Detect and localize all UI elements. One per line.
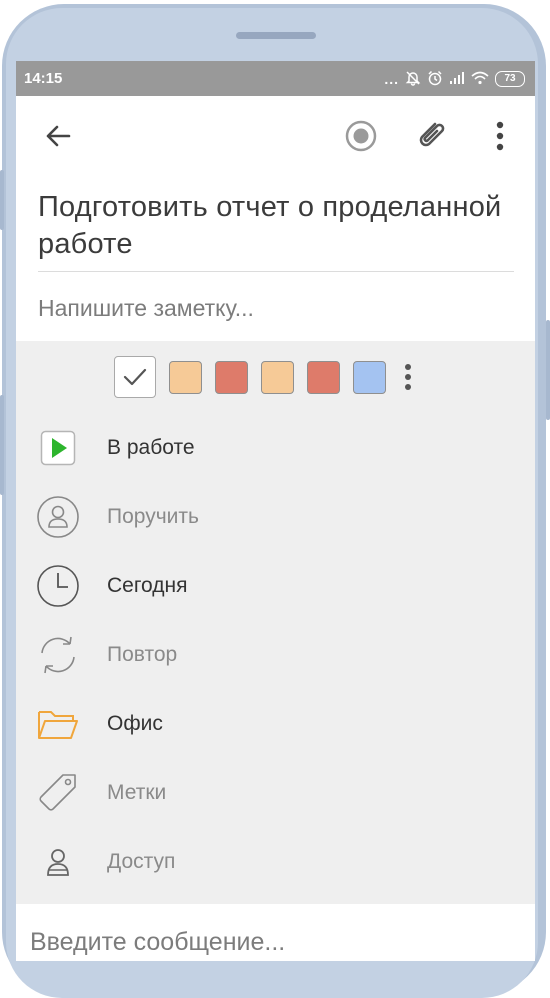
title-divider <box>38 271 514 272</box>
property-label: Доступ <box>107 850 176 873</box>
power-button <box>0 395 4 495</box>
clock-icon <box>36 564 80 608</box>
color-swatch[interactable] <box>215 360 248 394</box>
task-title[interactable]: Подготовить отчет о проделанной работе <box>38 189 513 263</box>
color-swatch[interactable] <box>307 360 340 394</box>
folder-icon <box>36 702 80 746</box>
property-label: В работе <box>107 436 195 459</box>
property-tags[interactable]: Метки <box>16 763 535 823</box>
property-date[interactable]: Сегодня <box>16 556 535 616</box>
property-repeat[interactable]: Повтор <box>16 625 535 685</box>
signal-icon <box>449 71 465 88</box>
property-label: Метки <box>107 781 167 804</box>
battery-indicator: 73 <box>495 71 525 87</box>
color-none-selected[interactable] <box>114 356 156 398</box>
target-circle-icon[interactable] <box>343 118 379 154</box>
note-input[interactable]: Напишите заметку... <box>38 295 254 322</box>
speaker-grille <box>236 32 316 39</box>
screen: 14:15 ... 73 Подготовить отчет о продела… <box>16 61 535 961</box>
status-time: 14:15 <box>24 70 63 87</box>
status-bar: 14:15 ... 73 <box>16 61 535 96</box>
color-picker <box>114 356 412 398</box>
color-swatch[interactable] <box>261 360 294 394</box>
property-status[interactable]: В работе <box>16 418 535 478</box>
color-swatch[interactable] <box>353 360 386 394</box>
tag-icon <box>36 771 80 815</box>
user-icon <box>36 495 80 539</box>
color-swatch[interactable] <box>169 360 202 394</box>
property-label: Офис <box>107 712 163 735</box>
repeat-icon <box>36 633 80 677</box>
status-dots: ... <box>384 71 399 87</box>
alarm-icon <box>427 70 443 89</box>
check-icon <box>123 368 147 386</box>
message-bar: Введите сообщение... <box>16 904 535 961</box>
arrow-left-icon[interactable] <box>40 118 76 154</box>
property-access[interactable]: Доступ <box>16 832 535 892</box>
property-assign[interactable]: Поручить <box>16 487 535 547</box>
property-folder[interactable]: Офис <box>16 694 535 754</box>
paperclip-icon[interactable] <box>411 116 451 156</box>
status-icons: ... 73 <box>384 68 525 90</box>
property-label: Сегодня <box>107 574 188 597</box>
message-input[interactable]: Введите сообщение... <box>30 928 285 957</box>
property-label: Поручить <box>107 505 199 528</box>
toolbar <box>16 96 535 181</box>
wifi-icon <box>471 71 489 88</box>
property-label: Повтор <box>107 643 178 666</box>
play-icon <box>36 426 80 470</box>
volume-button <box>0 170 4 230</box>
properties-panel: В работе Поручить Сегодня Повтор Офис Ме… <box>16 341 535 904</box>
person-icon <box>36 840 80 884</box>
vertical-dots-icon[interactable] <box>484 118 516 154</box>
side-button-right <box>546 320 550 420</box>
bell-off-icon <box>405 70 421 89</box>
more-colors-icon[interactable] <box>404 363 412 391</box>
